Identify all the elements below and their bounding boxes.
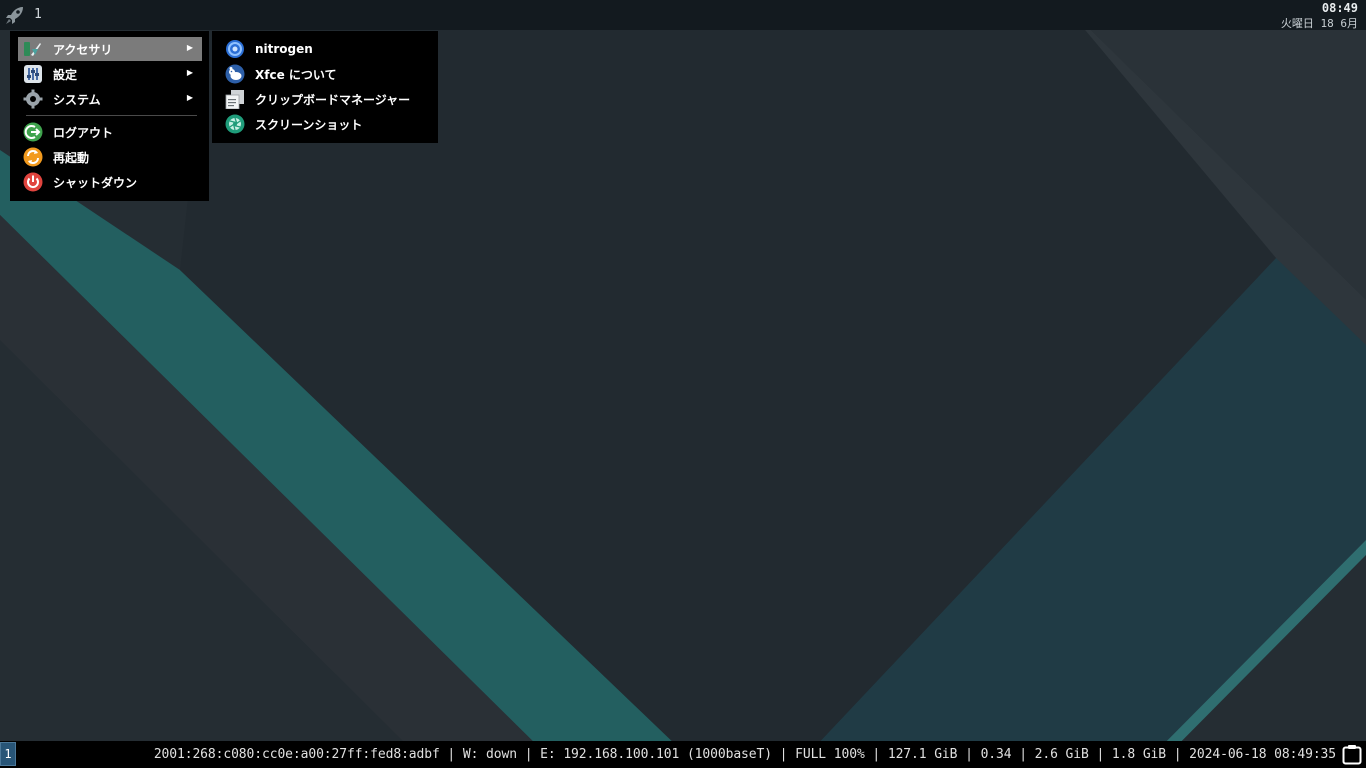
submenu-arrow-icon: ▶ [186, 43, 193, 52]
accessories-icon [24, 42, 41, 56]
clock[interactable]: 08:49 火曜日 18 6月 [1281, 1, 1358, 31]
menu-item-label: シャットダウン [53, 175, 138, 190]
submenu-item-about-xfce[interactable]: Xfce について [220, 62, 432, 86]
menu-item-restart[interactable]: 再起動 [18, 145, 202, 169]
clipboard-icon [225, 90, 244, 109]
status-bar: 1 2001:268:c080:cc0e:a00:27ff:fed8:adbf … [0, 741, 1366, 768]
menu-item-label: nitrogen [255, 42, 313, 56]
submenu-arrow-icon: ▶ [186, 68, 193, 77]
system-gear-icon [23, 89, 43, 109]
camera-shutter-icon [225, 114, 245, 134]
logout-icon [23, 122, 43, 142]
menu-item-label: ログアウト [53, 125, 114, 140]
settings-icon [24, 65, 42, 83]
menu-item-label: クリップボードマネージャー [255, 92, 411, 107]
workspace-button[interactable]: 1 [0, 742, 16, 766]
menu-item-label: アクセサリ [53, 42, 113, 57]
menu-item-accessories[interactable]: アクセサリ ▶ [18, 37, 202, 61]
menu-item-label: スクリーンショット [255, 117, 363, 132]
menu-separator [26, 115, 197, 116]
submenu-item-screenshot[interactable]: スクリーンショット [220, 112, 432, 136]
submenu-item-clipboard-manager[interactable]: クリップボードマネージャー [220, 87, 432, 111]
menu-item-system[interactable]: システム ▶ [18, 87, 202, 111]
clipboard-tray-icon[interactable] [1342, 744, 1362, 765]
menu-item-logout[interactable]: ログアウト [18, 120, 202, 144]
power-icon [23, 172, 43, 192]
application-menu: アクセサリ ▶ 設定 ▶ システム ▶ ログアウト 再起動 シャットダウン [10, 31, 209, 201]
menu-item-label: Xfce について [255, 67, 337, 82]
menu-item-label: 再起動 [53, 150, 90, 165]
clock-date: 火曜日 18 6月 [1280, 17, 1358, 30]
workspace-label: 1 [34, 7, 42, 22]
menu-item-shutdown[interactable]: シャットダウン [18, 170, 202, 194]
status-line: 2001:268:c080:cc0e:a00:27ff:fed8:adbf | … [153, 747, 1336, 762]
submenu-item-nitrogen[interactable]: nitrogen [220, 37, 432, 61]
nitrogen-icon [226, 40, 244, 58]
menu-item-label: システム [53, 92, 101, 107]
accessories-submenu: nitrogen Xfce について クリップボードマネージャー スクリーンショ… [212, 31, 438, 143]
clock-time: 08:49 [1321, 1, 1358, 15]
top-panel: 1 08:49 火曜日 18 6月 [0, 0, 1366, 30]
submenu-arrow-icon: ▶ [186, 93, 193, 102]
menu-item-label: 設定 [53, 67, 78, 82]
xfce-mouse-icon [225, 64, 245, 84]
restart-icon [23, 147, 43, 167]
rocket-icon[interactable] [4, 4, 26, 26]
menu-item-settings[interactable]: 設定 ▶ [18, 62, 202, 86]
